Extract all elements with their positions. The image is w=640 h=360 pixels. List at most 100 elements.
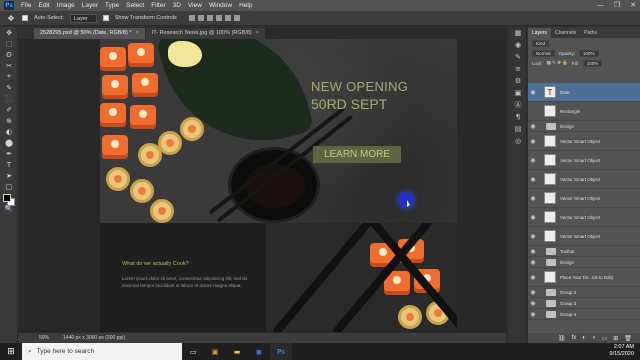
align-middle-icon[interactable]: [224, 15, 231, 21]
gradient-tool-icon[interactable]: ◐: [0, 126, 18, 137]
visibility-eye-icon[interactable]: ◉: [528, 274, 538, 281]
navigator-panel-icon[interactable]: ◎: [508, 135, 528, 147]
menu-select[interactable]: Select: [126, 2, 144, 9]
visibility-eye-icon[interactable]: ◉: [528, 176, 538, 183]
layer-group-2[interactable]: ◉ Group 2: [528, 287, 640, 298]
visibility-eye-icon[interactable]: ◉: [528, 123, 538, 130]
layer-group-design-2[interactable]: ◉ Design: [528, 257, 640, 268]
move-tool-icon[interactable]: ✥: [6, 14, 16, 23]
auto-select-checkbox[interactable]: [22, 15, 28, 21]
menu-help[interactable]: Help: [239, 2, 252, 9]
headline-new-opening[interactable]: NEW OPENING: [311, 79, 408, 94]
visibility-eye-icon[interactable]: ◉: [528, 89, 538, 96]
clone-stamp-tool-icon[interactable]: ⊕: [0, 115, 18, 126]
brush-panel-icon[interactable]: ✎: [508, 51, 528, 63]
visibility-eye-icon[interactable]: ◉: [528, 195, 538, 202]
lock-icons[interactable]: ▦ ✎ ✥ 🔒: [547, 60, 568, 66]
tab-document-2[interactable]: IT- Research News.jpg @ 100% (RGB/8) ×: [145, 28, 265, 39]
character-panel-icon[interactable]: Ⓐ: [508, 99, 528, 111]
properties-panel-icon[interactable]: ≡: [508, 63, 528, 75]
tab-close-icon[interactable]: ×: [136, 30, 139, 36]
paragraph-panel-icon[interactable]: ¶: [508, 111, 528, 123]
menu-type[interactable]: Type: [105, 2, 119, 9]
visibility-eye-icon[interactable]: ◉: [528, 138, 538, 145]
task-view-icon[interactable]: ▭: [182, 343, 204, 360]
layer-vector-smart-object[interactable]: ◉ Vector Smart Object: [528, 227, 640, 246]
app-icon[interactable]: ◼: [248, 343, 270, 360]
visibility-eye-icon[interactable]: ◉: [528, 233, 538, 240]
brush-tool-icon[interactable]: ✎: [0, 82, 18, 93]
opacity-field[interactable]: 100%: [579, 49, 599, 57]
dodge-tool-icon[interactable]: ⬤: [0, 137, 18, 148]
zoom-level[interactable]: 50%: [39, 335, 49, 341]
new-layer-icon[interactable]: ⊞: [613, 335, 618, 342]
link-layers-icon[interactable]: ⛓: [558, 335, 566, 342]
menu-filter[interactable]: Filter: [151, 2, 165, 9]
type-tool-icon[interactable]: T: [0, 159, 18, 170]
transform-controls-checkbox[interactable]: [102, 15, 109, 21]
path-selection-tool-icon[interactable]: ➤: [0, 170, 18, 181]
visibility-eye-icon[interactable]: ◉: [528, 259, 538, 266]
align-left-icon[interactable]: [188, 15, 195, 21]
auto-select-dropdown[interactable]: Layer: [69, 13, 97, 23]
move-tool-icon[interactable]: ✥: [0, 27, 18, 38]
visibility-eye-icon[interactable]: ◉: [528, 300, 538, 307]
swatches-panel-icon[interactable]: ▤: [508, 123, 528, 135]
menu-image[interactable]: Image: [57, 2, 75, 9]
history-panel-icon[interactable]: ▦: [508, 27, 528, 39]
adjustment-layer-icon[interactable]: ◑: [592, 335, 596, 341]
taskbar-search-box[interactable]: ⌕ Type here to search: [22, 343, 182, 360]
document-size[interactable]: 1440 px x 3000 px (300 ppi): [63, 335, 125, 341]
layer-rectangle[interactable]: Rectangle: [528, 102, 640, 121]
tab-close-icon[interactable]: ×: [256, 30, 259, 36]
blend-mode-dropdown[interactable]: Normal: [532, 49, 555, 57]
menu-layer[interactable]: Layer: [82, 2, 98, 9]
crop-tool-icon[interactable]: ✂: [0, 60, 18, 71]
layer-group-design[interactable]: ◉ Design: [528, 121, 640, 132]
headline-date[interactable]: 50RD SEPT: [311, 96, 387, 112]
system-tray-clock[interactable]: 2:07 AM 9/15/2020: [610, 344, 634, 358]
eraser-tool-icon[interactable]: ⬛: [0, 93, 18, 104]
layer-vector-smart-object[interactable]: ◉ Vector Smart Object: [528, 189, 640, 208]
fill-field[interactable]: 100%: [582, 59, 603, 67]
visibility-eye-icon[interactable]: ◉: [528, 248, 538, 255]
menu-file[interactable]: File: [21, 2, 31, 9]
align-right-icon[interactable]: [206, 15, 213, 21]
learn-more-button[interactable]: LEARN MORE: [313, 146, 401, 163]
layer-style-icon[interactable]: fx: [572, 335, 577, 341]
layer-vector-smart-object[interactable]: ◉ Vector Smart Object: [528, 208, 640, 227]
align-center-icon[interactable]: [197, 15, 204, 21]
layer-kind-filter[interactable]: Kind: [532, 39, 550, 47]
layer-group-4[interactable]: ◉ Group 4: [528, 309, 640, 320]
tab-document-1[interactable]: 2528295.psd @ 50% (Date, RGB/8) * ×: [34, 28, 145, 39]
layer-mask-icon[interactable]: ◐: [582, 335, 586, 341]
adjustments-panel-icon[interactable]: ⚙: [508, 75, 528, 87]
photoshop-taskbar-icon[interactable]: Ps: [270, 343, 292, 360]
layer-group-3[interactable]: ◉ Group 3: [528, 298, 640, 309]
menu-window[interactable]: Window: [209, 2, 232, 9]
libraries-panel-icon[interactable]: ▣: [508, 87, 528, 99]
visibility-eye-icon[interactable]: ◉: [528, 289, 538, 296]
visibility-eye-icon[interactable]: ◉: [528, 157, 538, 164]
marquee-tool-icon[interactable]: ⬚: [0, 38, 18, 49]
maximize-icon[interactable]: ❐: [614, 1, 620, 9]
menu-view[interactable]: View: [188, 2, 202, 9]
color-panel-icon[interactable]: ◉: [508, 39, 528, 51]
menu-3d[interactable]: 3D: [173, 2, 181, 9]
eyedropper-tool-icon[interactable]: ⌖: [0, 71, 18, 82]
history-brush-tool-icon[interactable]: ✐: [0, 104, 18, 115]
delete-layer-icon[interactable]: 🗑: [624, 335, 632, 342]
visibility-eye-icon[interactable]: ◉: [528, 311, 538, 318]
visibility-eye-icon[interactable]: ◉: [528, 214, 538, 221]
pen-tool-icon[interactable]: ✒: [0, 148, 18, 159]
tab-layers[interactable]: Layers: [528, 28, 552, 38]
app-icon[interactable]: ▣: [204, 343, 226, 360]
layer-date[interactable]: ◉ T Date: [528, 83, 640, 102]
foreground-color-swatch[interactable]: [3, 194, 11, 202]
lasso-tool-icon[interactable]: ʘ: [0, 49, 18, 60]
tab-paths[interactable]: Paths: [580, 28, 601, 38]
layer-place-your-design[interactable]: ◉ Place Your De...ick to Edit): [528, 268, 640, 287]
layer-vector-smart-object[interactable]: ◉ Vector Smart Object: [528, 151, 640, 170]
rectangle-tool-icon[interactable]: □: [0, 181, 18, 192]
artboard[interactable]: NEW OPENING 50RD SEPT LEARN MORE What do…: [100, 39, 457, 332]
